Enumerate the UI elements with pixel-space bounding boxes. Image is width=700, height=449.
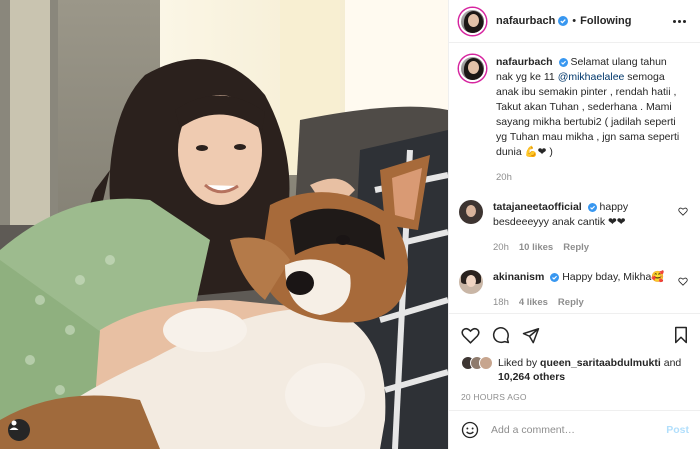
comment-likes-link[interactable]: 4 likes [519,297,548,308]
verified-badge-icon [587,202,597,212]
add-comment-bar: Post [449,410,700,449]
comment-likes-link[interactable]: 10 likes [519,242,553,253]
commenter-username[interactable]: akinanism [493,271,544,283]
liked-by-and: and [660,357,682,369]
comment-input[interactable] [491,424,667,436]
commenter-avatar[interactable] [459,200,483,224]
reply-button[interactable]: Reply [563,242,589,253]
user-tag-icon[interactable] [8,419,30,441]
comment-text: Happy bday, Mikha🥰 [559,271,665,283]
liked-by-user-link[interactable]: queen_saritaabdulmukti [540,357,661,369]
caption-username[interactable]: nafaurbach [496,56,553,68]
liked-by-text: Liked by queen_saritaabdulmukti and 10,2… [498,356,681,384]
liked-by-row: Liked by queen_saritaabdulmukti and 10,2… [461,356,689,384]
comment-meta: 20h 10 likes Reply [493,240,668,255]
commenter-avatar[interactable] [459,270,483,294]
comment-time: 20h [493,242,509,253]
separator-dot: • [572,15,577,27]
comment-like-heart-icon[interactable] [678,207,688,216]
verified-badge-icon [558,16,569,26]
caption-time: 20h [496,172,512,183]
author-username[interactable]: nafaurbach [496,15,555,27]
posted-time[interactable]: 20 HOURS AGO [461,392,689,402]
photo-illustration [0,0,448,449]
post-header: nafaurbach • Following [449,0,700,43]
heart-icon[interactable] [461,327,480,344]
verified-badge-icon [558,57,568,67]
comment-item: tatajaneetaofficial happy besdeeeyyy ana… [459,200,688,255]
comment-icon[interactable] [492,326,510,344]
comment-item: akinanism Happy bday, Mikha🥰 18h 4 likes R… [459,270,688,310]
liked-by-prefix: Liked by [498,357,541,369]
post-comment-button[interactable]: Post [666,424,689,436]
comment-body: tatajaneetaofficial happy besdeeeyyy ana… [493,200,668,255]
comment-time: 18h [493,297,509,308]
commenter-username[interactable]: tatajaneetaofficial [493,201,582,213]
share-icon[interactable] [522,327,540,344]
reply-button[interactable]: Reply [558,297,584,308]
person-glyph [9,420,19,430]
comments-list[interactable]: nafaurbach Selamat ulang tahun nak yg ke… [449,43,700,313]
bookmark-icon[interactable] [673,326,689,344]
caption-mention-link[interactable]: @mikhaelalee [558,71,625,83]
liker-avatars [461,356,493,370]
caption-text-after: semoga anak ibu semakin pinter , rendah … [496,71,680,158]
author-avatar[interactable] [459,7,486,35]
more-options-icon[interactable] [669,16,690,27]
caption-avatar[interactable] [459,55,486,82]
post-photo[interactable] [0,0,448,449]
action-icons-row [461,324,689,346]
comment-meta: 18h 4 likes Reply [493,295,668,310]
instagram-post-modal: nafaurbach • Following nafaurbach Selama… [0,0,700,449]
verified-badge-icon [550,272,560,282]
caption-body: nafaurbach Selamat ulang tahun nak yg ke… [496,55,681,185]
comment-body: akinanism Happy bday, Mikha🥰 18h 4 likes R… [493,270,668,310]
post-actions: Liked by queen_saritaabdulmukti and 10,2… [449,313,700,402]
others-likes-link[interactable]: 10,264 others [498,371,565,383]
caption: nafaurbach Selamat ulang tahun nak yg ke… [459,55,688,185]
following-button[interactable]: Following [580,15,631,27]
comment-like-heart-icon[interactable] [678,277,688,286]
emoji-icon[interactable] [461,421,479,439]
post-side-panel: nafaurbach • Following nafaurbach Selama… [448,0,700,449]
